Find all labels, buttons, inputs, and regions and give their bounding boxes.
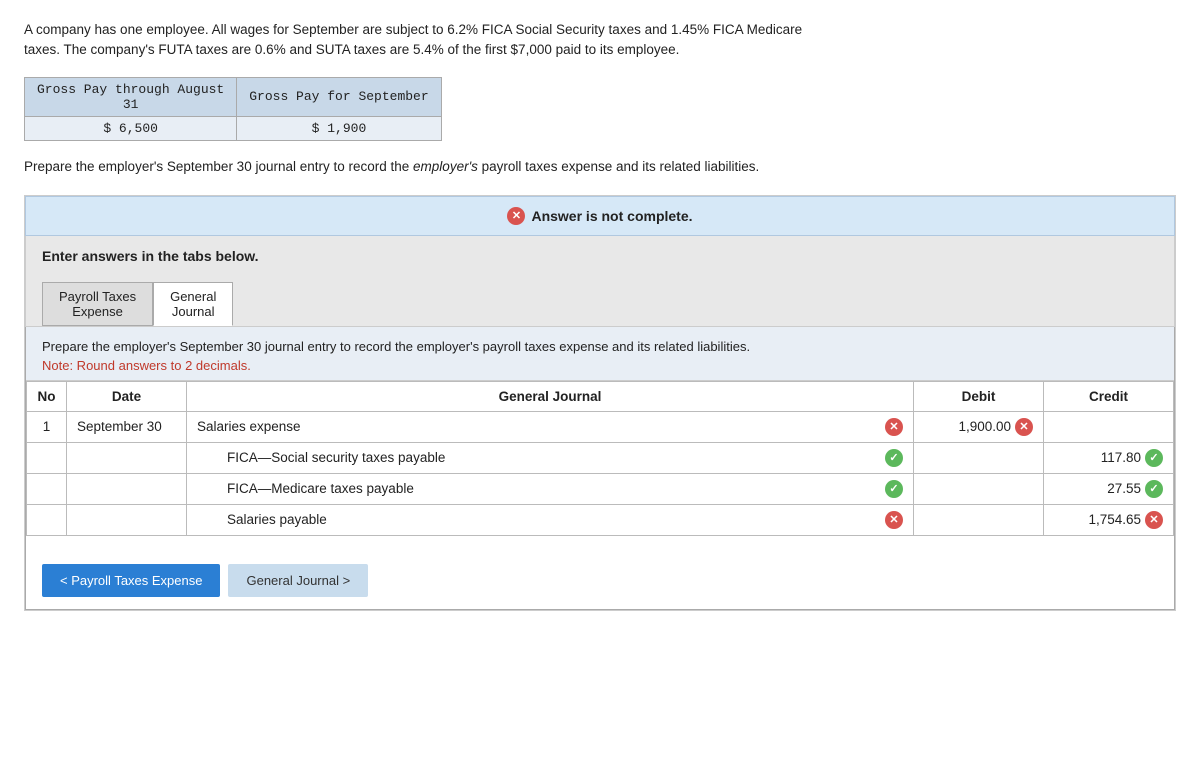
instruction-bar: Prepare the employer's September 30 jour… (26, 327, 1174, 381)
row4-no (27, 504, 67, 535)
col-header-no: No (27, 381, 67, 411)
tab-payroll-taxes-expense[interactable]: Payroll Taxes Expense (42, 282, 153, 326)
row3-no (27, 473, 67, 504)
tab-general-journal[interactable]: General Journal (153, 282, 233, 326)
prepare-text: Prepare the employer's September 30 jour… (24, 157, 1176, 177)
col-header-credit: Credit (1044, 381, 1174, 411)
col-header-gj: General Journal (187, 381, 914, 411)
row1-no: 1 (27, 411, 67, 442)
row1-gj-icon: ✕ (885, 418, 903, 436)
row3-date (67, 473, 187, 504)
row1-debit: 1,900.00 ✕ (914, 411, 1044, 442)
table-row: 1 September 30 Salaries expense ✕ 1,900.… (27, 411, 1174, 442)
table-row: FICA—Medicare taxes payable ✓ 27.55 ✓ (27, 473, 1174, 504)
payroll-taxes-expense-button[interactable]: < Payroll Taxes Expense (42, 564, 220, 597)
row3-gj-icon: ✓ (885, 480, 903, 498)
row4-gj: Salaries payable ✕ (187, 504, 914, 535)
bottom-nav: < Payroll Taxes Expense General Journal … (26, 552, 1174, 609)
row2-no (27, 442, 67, 473)
journal-table: No Date General Journal Debit Credit 1 S… (26, 381, 1174, 536)
general-journal-button[interactable]: General Journal > (228, 564, 368, 597)
row1-gj: Salaries expense ✕ (187, 411, 914, 442)
row2-debit (914, 442, 1044, 473)
row1-debit-icon: ✕ (1015, 418, 1033, 436)
row2-gj-icon: ✓ (885, 449, 903, 467)
row3-credit-icon: ✓ (1145, 480, 1163, 498)
row4-date (67, 504, 187, 535)
tabs-row: Payroll Taxes Expense General Journal (42, 282, 1158, 326)
answer-section: ✕ Answer is not complete. Enter answers … (24, 195, 1176, 611)
table-row: FICA—Social security taxes payable ✓ 117… (27, 442, 1174, 473)
answer-x-icon: ✕ (507, 207, 525, 225)
row3-debit (914, 473, 1044, 504)
table-row: Salaries payable ✕ 1,754.65 ✕ (27, 504, 1174, 535)
col-header-debit: Debit (914, 381, 1044, 411)
row2-gj: FICA—Social security taxes payable ✓ (187, 442, 914, 473)
row3-gj: FICA—Medicare taxes payable ✓ (187, 473, 914, 504)
row4-credit-icon: ✕ (1145, 511, 1163, 529)
answer-banner-text: Answer is not complete. (531, 208, 692, 224)
row4-gj-icon: ✕ (885, 511, 903, 529)
answer-banner: ✕ Answer is not complete. (25, 196, 1175, 236)
col-header-date: Date (67, 381, 187, 411)
instruction-note: Note: Round answers to 2 decimals. (42, 358, 251, 373)
row3-credit: 27.55 ✓ (1044, 473, 1174, 504)
intro-text: A company has one employee. All wages fo… (24, 20, 1176, 61)
row4-credit: 1,754.65 ✕ (1044, 504, 1174, 535)
enter-answers-section: Enter answers in the tabs below. Payroll… (25, 236, 1175, 327)
enter-answers-label: Enter answers in the tabs below. (42, 248, 1158, 278)
row2-date (67, 442, 187, 473)
row2-credit: 117.80 ✓ (1044, 442, 1174, 473)
gross-pay-table: Gross Pay through August 31 Gross Pay fo… (24, 77, 442, 141)
row2-credit-icon: ✓ (1145, 449, 1163, 467)
row4-debit (914, 504, 1044, 535)
row1-credit (1044, 411, 1174, 442)
main-content-area: Prepare the employer's September 30 jour… (25, 327, 1175, 610)
row1-date: September 30 (67, 411, 187, 442)
